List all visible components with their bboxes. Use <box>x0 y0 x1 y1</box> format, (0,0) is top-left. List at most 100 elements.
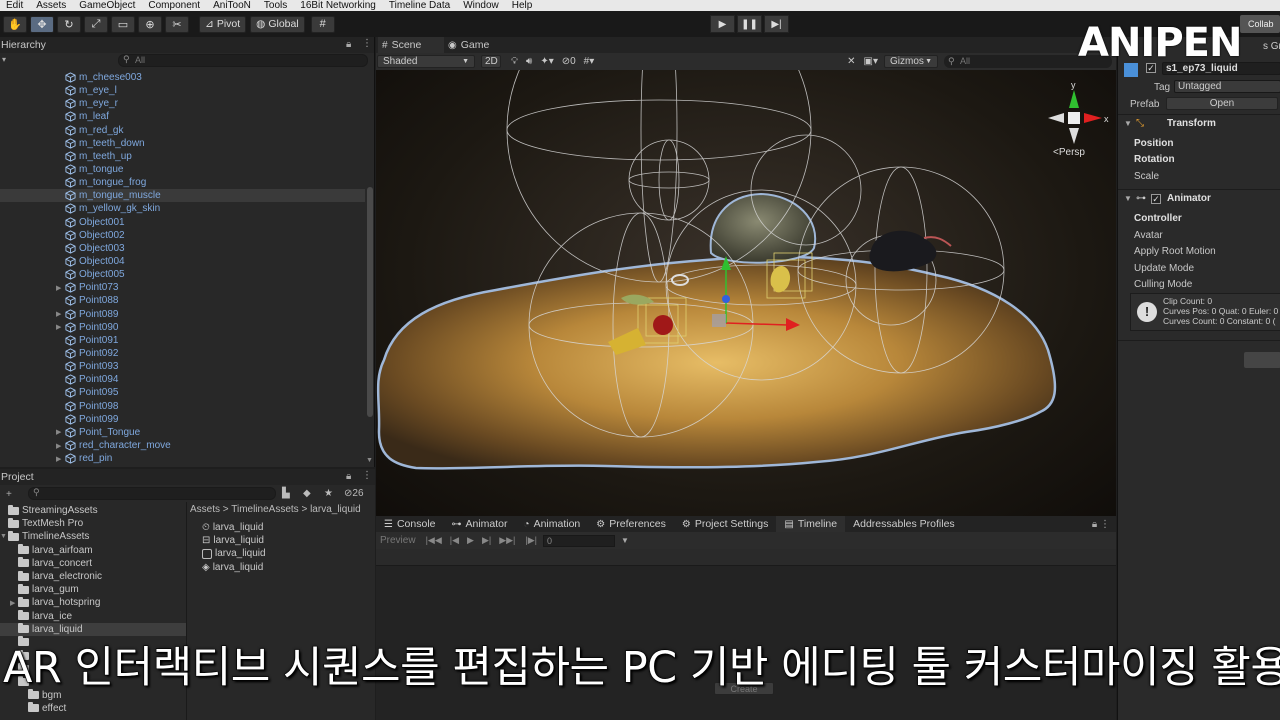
asset-item[interactable]: ◈ larva_liquid <box>202 561 266 574</box>
custom-tool-icon[interactable]: ✂ <box>165 15 189 33</box>
hierarchy-item[interactable]: m_teeth_down <box>0 137 365 150</box>
hierarchy-item[interactable]: m_tongue_frog <box>0 176 365 189</box>
menu-item-component[interactable]: Component <box>142 0 207 11</box>
effects-icon[interactable]: ✦▾ <box>540 56 553 67</box>
shading-mode-dropdown[interactable]: Shaded ▼ <box>377 55 475 68</box>
hierarchy-item[interactable]: m_leaf <box>0 110 365 123</box>
hierarchy-item[interactable]: m_eye_l <box>0 84 365 97</box>
expand-arrow-icon[interactable]: ▶ <box>56 284 61 292</box>
create-dropdown-icon[interactable]: ▾ <box>2 55 6 64</box>
lock-icon[interactable]: 🔒︎ <box>346 471 351 482</box>
hierarchy-item[interactable]: Object001 <box>0 216 365 229</box>
menu-item-tools[interactable]: Tools <box>258 0 294 11</box>
menu-item-gameobject[interactable]: GameObject <box>73 0 142 11</box>
tab-scene[interactable]: # Scene <box>378 37 444 53</box>
rect-tool-icon[interactable]: ▭ <box>111 15 135 33</box>
folder-item[interactable]: larva_ice <box>0 610 186 623</box>
hierarchy-item[interactable]: m_teeth_up <box>0 150 365 163</box>
hierarchy-item[interactable]: Point093 <box>0 360 365 373</box>
play-icon[interactable]: ▶ <box>467 535 474 546</box>
pause-button[interactable]: ❚❚ <box>737 15 762 33</box>
lock-icon[interactable]: 🔒︎ <box>346 39 351 50</box>
loop-icon[interactable]: |▶| <box>525 535 537 546</box>
menu-item-help[interactable]: Help <box>506 0 540 11</box>
hidden-count[interactable]: ⊘26 <box>344 488 364 499</box>
folder-item[interactable]: TextMesh Pro <box>0 517 186 530</box>
tab-game[interactable]: ◉ Game <box>444 37 489 53</box>
expand-arrow-icon[interactable]: ▶ <box>56 455 61 463</box>
hierarchy-item[interactable]: Point091 <box>0 334 365 347</box>
hierarchy-item[interactable]: m_tongue <box>0 163 365 176</box>
transform-tool-icon[interactable]: ⊕ <box>138 15 162 33</box>
hierarchy-tab[interactable]: Hierarchy 🔒︎ ⋮ <box>0 37 374 53</box>
hierarchy-item[interactable]: ▶ Point073 <box>0 281 365 294</box>
hierarchy-item[interactable]: Object005 <box>0 268 365 281</box>
menu-item-timeline-data[interactable]: Timeline Data <box>383 0 457 11</box>
hierarchy-scrollbar[interactable] <box>367 187 373 417</box>
add-component-button[interactable] <box>1244 352 1280 368</box>
filter-label-icon[interactable]: ◆ <box>303 488 311 499</box>
last-frame-icon[interactable]: ▶▶| <box>499 535 515 546</box>
folder-item[interactable]: larva_electronic <box>0 570 186 583</box>
hierarchy-item[interactable]: m_yellow_gk_skin <box>0 202 365 215</box>
folder-item[interactable]: effect <box>0 702 186 715</box>
menu-item-assets[interactable]: Assets <box>30 0 73 11</box>
tab-console[interactable]: ☰ Console <box>376 516 444 532</box>
scroll-down-icon[interactable]: ▼ <box>366 457 373 464</box>
step-button[interactable]: ▶| <box>764 15 789 33</box>
perspective-label[interactable]: <Persp <box>1053 147 1085 158</box>
hierarchy-item[interactable]: Point092 <box>0 347 365 360</box>
chevron-down-icon[interactable]: ▼ <box>621 536 629 545</box>
tab-animator[interactable]: ⊶ Animator <box>444 516 516 532</box>
grid-icon[interactable]: #▾ <box>584 56 595 67</box>
gizmos-dropdown[interactable]: Gizmos ▼ <box>884 55 938 68</box>
scene-viewport[interactable]: y x <Persp <box>376 70 1116 516</box>
foldout-arrow-icon[interactable]: ▼ <box>1124 194 1132 203</box>
folder-item[interactable]: StreamingAssets <box>0 504 186 517</box>
expand-arrow-icon[interactable]: ▶ <box>56 310 61 318</box>
hierarchy-item[interactable]: m_eye_r <box>0 97 365 110</box>
folder-item[interactable]: ▼ TimelineAssets <box>0 530 186 543</box>
expand-arrow-icon[interactable]: ▶ <box>56 442 61 450</box>
project-search-input[interactable]: ⚲ <box>28 487 276 500</box>
hierarchy-item[interactable]: Point099 <box>0 413 365 426</box>
hierarchy-item[interactable]: m_tongue_muscle <box>0 189 365 203</box>
folder-item[interactable]: larva_gum <box>0 583 186 596</box>
more-menu-icon[interactable]: ⋮ <box>362 38 372 49</box>
folder-item[interactable]: larva_concert <box>0 557 186 570</box>
folder-item[interactable]: larva_airfoam <box>0 544 186 557</box>
folder-item[interactable]: ▶ larva_hotspring <box>0 596 186 609</box>
2d-toggle[interactable]: 2D <box>481 55 501 68</box>
scale-tool-icon[interactable]: ⤢ <box>84 15 108 33</box>
project-tab[interactable]: Project 🔒︎ ⋮ <box>0 469 375 485</box>
menu-item-edit[interactable]: Edit <box>0 0 30 11</box>
hierarchy-item[interactable]: ▶ Point089 <box>0 308 365 321</box>
hierarchy-item[interactable]: m_cheese003 <box>0 71 365 84</box>
tab-animation[interactable]: ◔ Animation <box>516 516 589 532</box>
hierarchy-item[interactable]: Object004 <box>0 255 365 268</box>
lock-icon[interactable]: 🔒︎ ⋮ <box>1092 519 1110 530</box>
hierarchy-item[interactable]: Point098 <box>0 400 365 413</box>
hierarchy-item[interactable]: ▶ red_pin <box>0 452 365 465</box>
hierarchy-item[interactable]: Point095 <box>0 386 365 399</box>
tab-project-settings[interactable]: ⚙ Project Settings <box>674 516 777 532</box>
next-frame-icon[interactable]: ▶| <box>482 535 491 546</box>
tab-preferences[interactable]: ⚙ Preferences <box>588 516 674 532</box>
prev-frame-icon[interactable]: |◀ <box>450 535 459 546</box>
grid-snap-icon[interactable]: # <box>310 15 335 33</box>
hierarchy-item[interactable]: m_red_gk <box>0 124 365 137</box>
prefab-open-button[interactable]: Open <box>1166 97 1278 110</box>
asset-item[interactable]: larva_liquid <box>202 547 266 560</box>
menu-item-anitoon[interactable]: AniTooN <box>207 0 258 11</box>
breadcrumb-timelineassets[interactable]: TimelineAssets <box>231 504 298 515</box>
filter-type-icon[interactable]: ▙ <box>282 488 290 499</box>
hierarchy-item[interactable]: Point088 <box>0 294 365 307</box>
asset-item[interactable]: ⊟ larva_liquid <box>202 534 266 547</box>
expand-arrow-icon[interactable]: ▼ <box>0 533 7 540</box>
audio-icon[interactable]: 🔊︎ <box>526 56 532 67</box>
menu-item-window[interactable]: Window <box>457 0 506 11</box>
lighting-icon[interactable]: 💡︎ <box>511 56 518 67</box>
hierarchy-item[interactable]: Object002 <box>0 229 365 242</box>
animator-header[interactable]: Animator <box>1167 193 1211 204</box>
asset-item[interactable]: ⏲ larva_liquid <box>202 521 266 534</box>
